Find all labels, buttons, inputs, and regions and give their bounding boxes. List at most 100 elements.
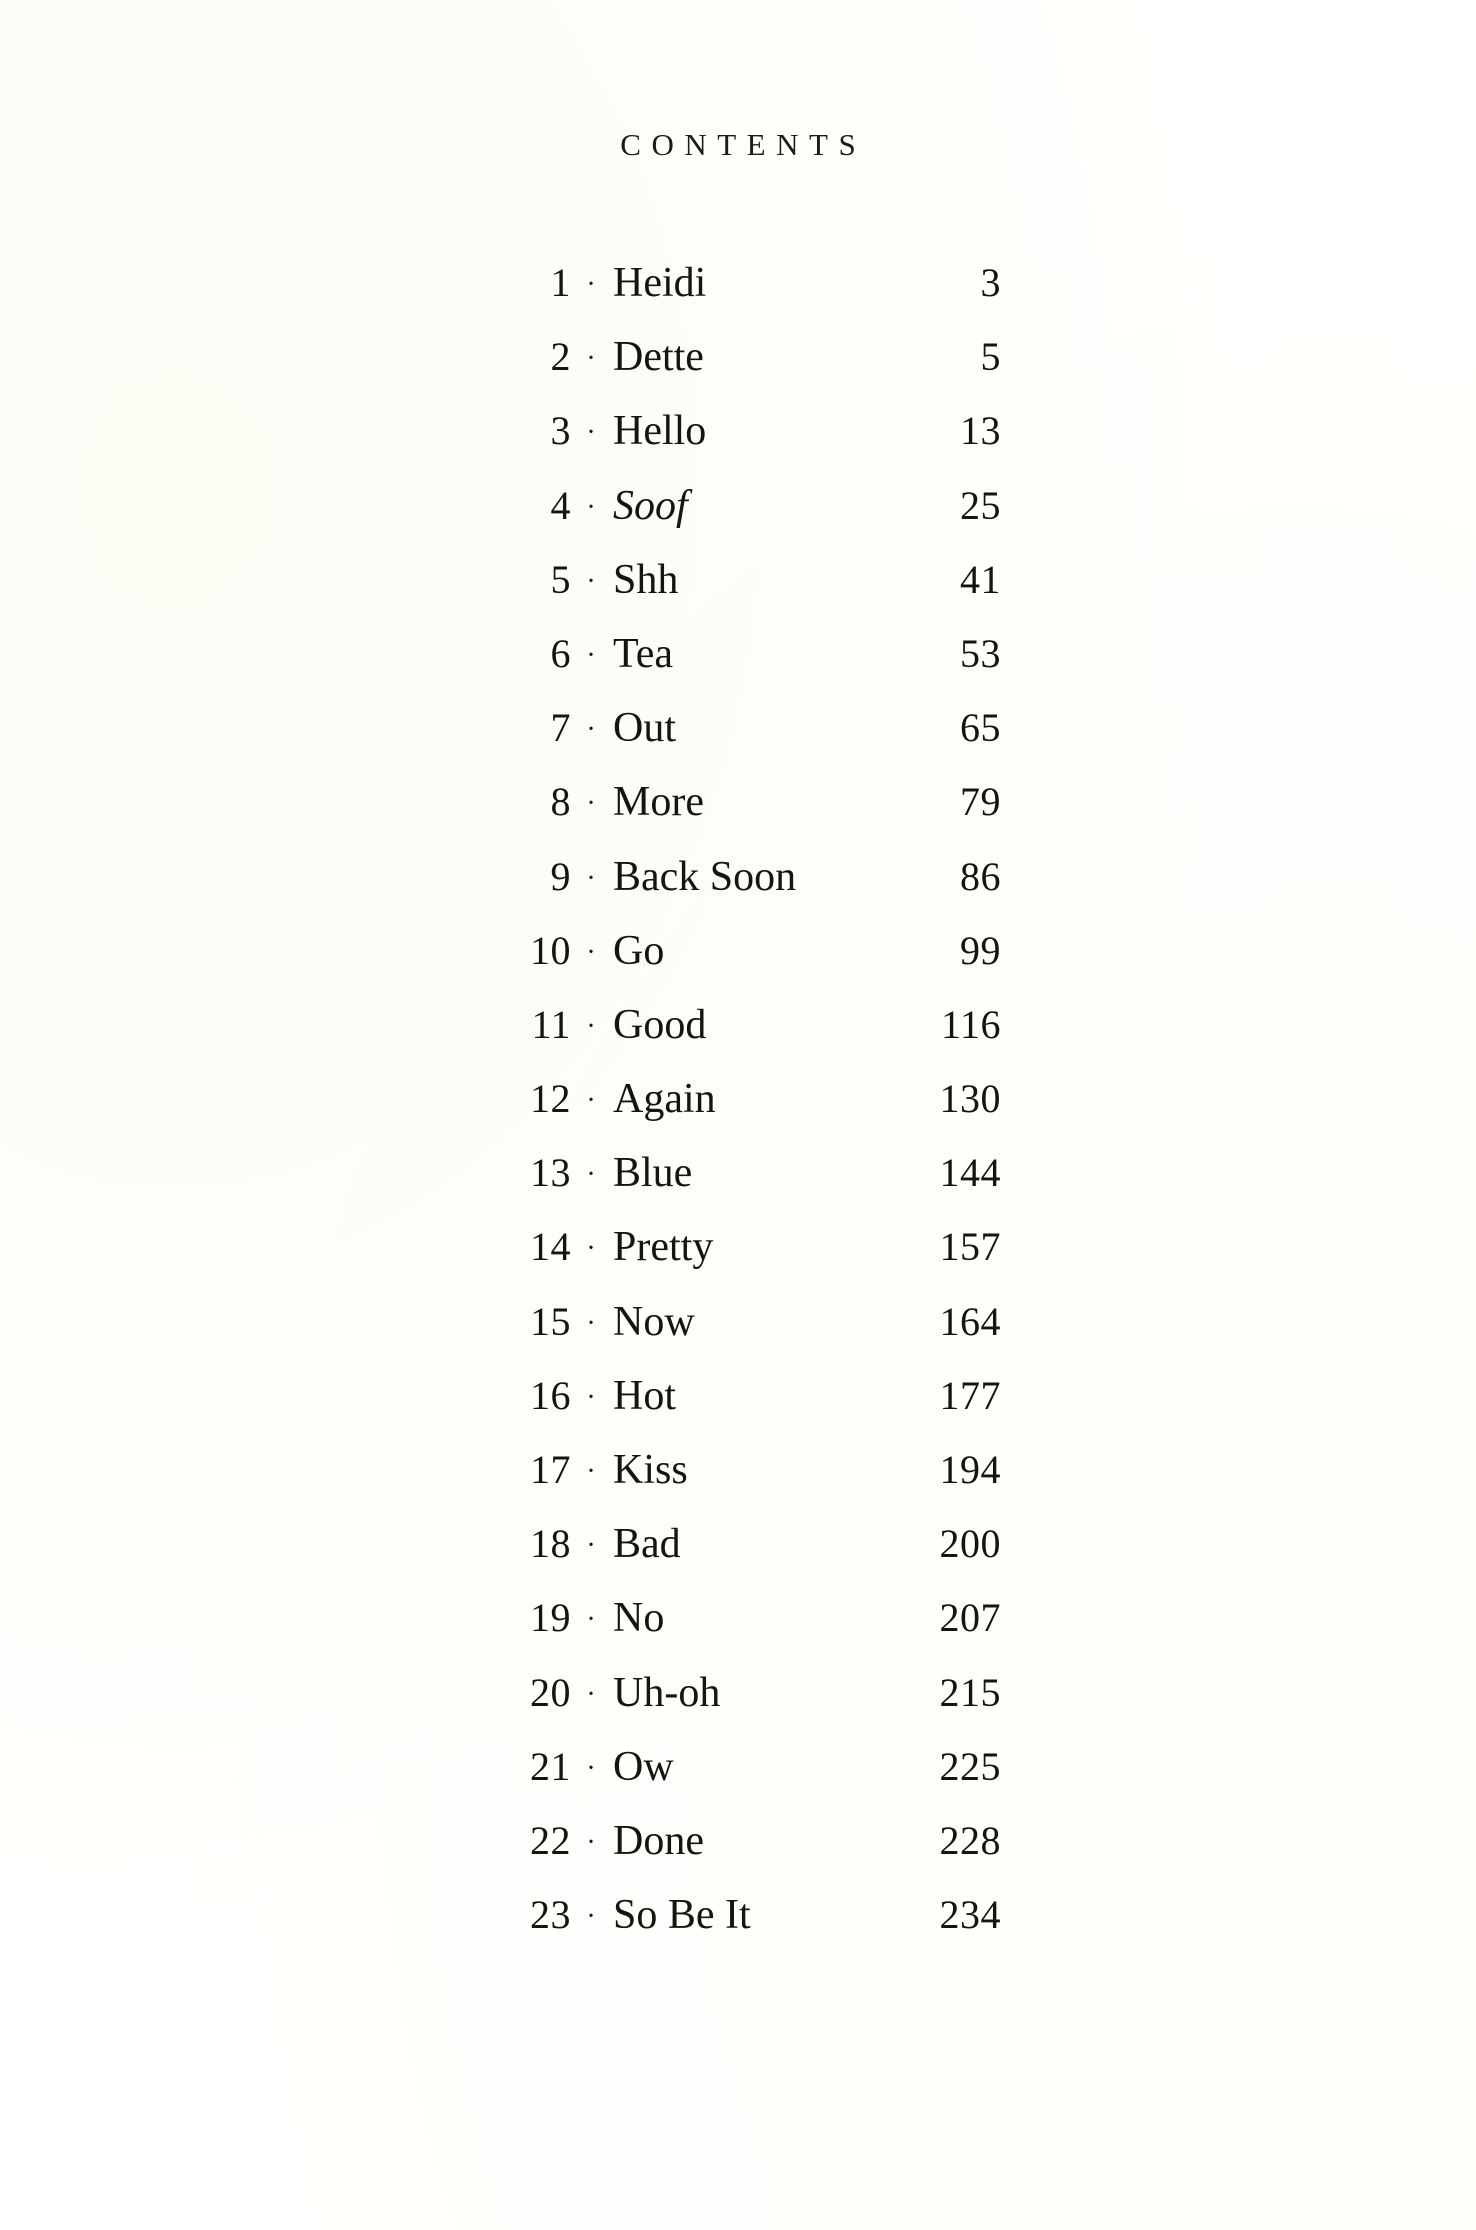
toc-entry-page-number: 116 [940,1001,1001,1047]
toc-entry-page-number: 3 [980,260,1001,305]
toc-entry[interactable]: 16 · Hot 177 [0,1375,1476,1449]
toc-entry[interactable]: 2 · Dette 5 [0,336,1476,410]
toc-entry-number: 13 [530,1150,571,1196]
toc-entry-number: 11 [531,1001,571,1047]
toc-separator-dot-icon: · [586,639,596,671]
toc-entry-number: 3 [550,408,571,454]
toc-separator-dot-icon: · [586,1085,596,1117]
toc-entry-title: Blue [613,1150,693,1197]
toc-entry[interactable]: 20 · Uh-oh 215 [0,1672,1476,1746]
toc-entry-title: More [613,779,704,826]
toc-entry-page-number: 228 [939,1817,1001,1863]
toc-separator-dot-icon: · [586,1901,596,1933]
toc-entry-number: 10 [530,927,571,973]
toc-entry[interactable]: 1 · Heidi 3 [0,262,1476,336]
toc-separator-dot-icon: · [586,1381,596,1413]
toc-entry-page-number: 234 [939,1892,1001,1938]
toc-entry-number: 7 [550,705,571,751]
toc-entry[interactable]: 7 · Out 65 [0,707,1476,781]
toc-entry-number: 17 [530,1447,571,1492]
toc-entry[interactable]: 18 · Bad 200 [0,1523,1476,1597]
toc-entry-page-number: 177 [939,1372,1001,1418]
toc-entry[interactable]: 10 · Go 99 [0,930,1476,1004]
toc-entry-page-number: 25 [960,482,1001,528]
toc-entry-page-number: 99 [960,927,1001,973]
toc-entry-title: Again [613,1076,716,1123]
toc-entry[interactable]: 17 · Kiss 194 [0,1449,1476,1523]
toc-entry-title: Dette [613,334,704,381]
toc-entry[interactable]: 11 · Good 116 [0,1004,1476,1078]
toc-entry[interactable]: 14 · Pretty 157 [0,1226,1476,1300]
toc-entry-number: 18 [530,1521,571,1567]
toc-separator-dot-icon: · [586,936,596,968]
toc-entry-title: Soof [613,482,688,529]
toc-entry-page-number: 144 [939,1150,1001,1196]
toc-entry-number: 19 [530,1595,571,1641]
toc-entry-number: 9 [550,853,571,899]
toc-separator-dot-icon: · [586,1530,596,1562]
toc-separator-dot-icon: · [586,862,596,894]
toc-entry-page-number: 207 [939,1595,1001,1641]
toc-entry-number: 6 [550,630,571,676]
toc-entry-number: 23 [530,1892,571,1938]
toc-entry-page-number: 86 [960,853,1001,899]
toc-entry-title: Bad [613,1521,681,1568]
toc-entry[interactable]: 23 · So Be It 234 [0,1894,1476,1968]
toc-separator-dot-icon: · [586,1159,596,1191]
toc-separator-dot-icon: · [586,1010,596,1042]
toc-entry-title: So Be It [613,1892,751,1939]
toc-entry-number: 1 [550,260,571,305]
toc-separator-dot-icon: · [586,1456,596,1487]
toc-entry-page-number: 65 [960,705,1001,751]
toc-entry-title: Kiss [613,1447,688,1493]
toc-entry-title: Pretty [613,1224,714,1271]
toc-separator-dot-icon: · [586,565,596,597]
toc-entry[interactable]: 6 · Tea 53 [0,633,1476,707]
toc-entry[interactable]: 22 · Done 228 [0,1820,1476,1894]
toc-entry-title: Hello [613,408,707,455]
toc-entry-number: 16 [530,1372,571,1418]
toc-entry-page-number: 41 [960,556,1001,602]
toc-separator-dot-icon: · [586,343,596,375]
toc-entry[interactable]: 9 · Back Soon 86 [0,856,1476,930]
toc-entry-page-number: 79 [960,779,1001,825]
toc-entry-page-number: 13 [960,408,1001,454]
toc-entry-title: No [613,1595,665,1642]
toc-separator-dot-icon: · [586,1233,596,1265]
toc-entry[interactable]: 13 · Blue 144 [0,1152,1476,1226]
toc-entry-page-number: 164 [939,1298,1001,1344]
toc-entry-title: Uh-oh [613,1669,721,1716]
toc-separator-dot-icon: · [586,491,596,523]
toc-entry-page-number: 225 [939,1743,1001,1789]
toc-entry-number: 14 [530,1224,571,1270]
toc-entry-title: Back Soon [613,853,797,900]
toc-entry[interactable]: 15 · Now 164 [0,1301,1476,1375]
toc-separator-dot-icon: · [586,269,596,300]
toc-entry[interactable]: 5 · Shh 41 [0,559,1476,633]
toc-entry-number: 20 [530,1669,571,1715]
toc-entry-page-number: 194 [939,1447,1001,1492]
toc-entry-title: Out [613,705,676,752]
toc-entry-page-number: 200 [939,1521,1001,1567]
toc-entry-number: 8 [550,779,571,825]
toc-entry[interactable]: 12 · Again 130 [0,1078,1476,1152]
toc-entry[interactable]: 4 · Soof 25 [0,485,1476,559]
toc-entry-page-number: 5 [980,334,1001,380]
toc-separator-dot-icon: · [586,1678,596,1710]
toc-entry-title: Ow [613,1743,674,1790]
toc-entry-page-number: 215 [939,1669,1001,1715]
toc-entry-page-number: 53 [960,630,1001,676]
toc-entry-number: 12 [530,1076,571,1122]
toc-entry[interactable]: 8 · More 79 [0,781,1476,855]
toc-entry[interactable]: 3 · Hello 13 [0,410,1476,484]
table-of-contents-list: 1 · Heidi 3 2 · Dette 5 3 · Hello 13 4 · Soof 25 5 · Shh 41… [0,262,1476,1968]
toc-separator-dot-icon: · [586,714,596,746]
toc-entry-title: Shh [613,556,679,603]
toc-entry[interactable]: 21 · Ow 225 [0,1746,1476,1820]
toc-entry-title: Go [613,927,665,974]
toc-separator-dot-icon: · [586,1826,596,1858]
toc-entry[interactable]: 19 · No 207 [0,1597,1476,1671]
book-contents-page: CONTENTS 1 · Heidi 3 2 · Dette 5 3 · Hello 13 4 · Soof… [0,0,1476,2230]
page-title: CONTENTS [620,127,867,162]
toc-entry-page-number: 130 [939,1076,1001,1122]
